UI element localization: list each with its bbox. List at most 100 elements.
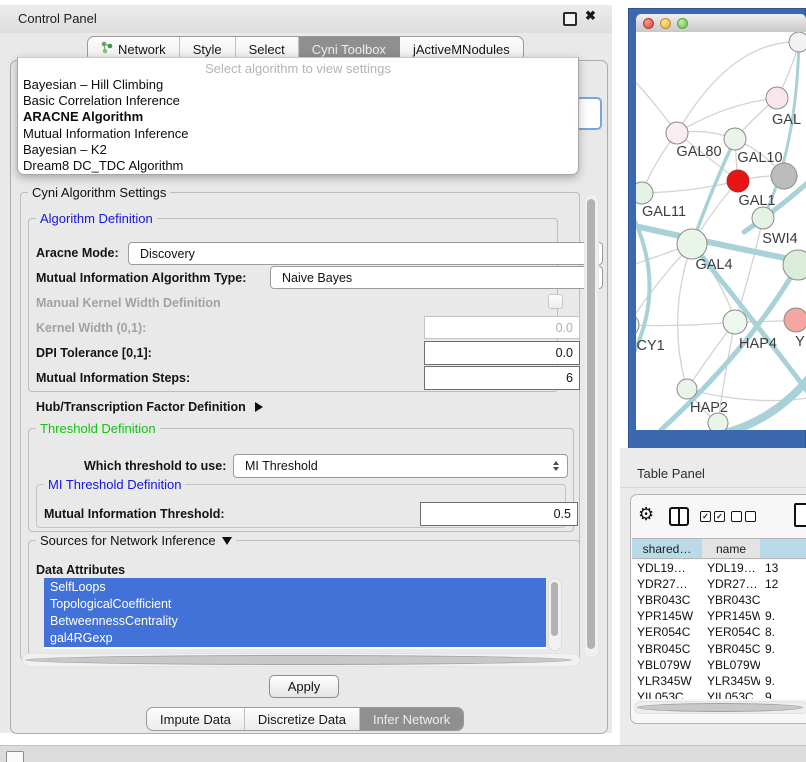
hub-definition-toggle[interactable]: Hub/Transcription Factor Definition [36,400,263,414]
sources-hscrollbar [22,653,580,667]
network-node[interactable] [771,163,797,189]
divider [620,487,806,488]
table-row[interactable]: YBL079WYBL079W [632,657,806,673]
table-row[interactable]: YLR345WYLR345W9. [632,673,806,689]
network-node-gal[interactable] [766,87,788,109]
table-row[interactable]: YBR045CYBR045C9. [632,640,806,656]
scrollbar-thumb[interactable] [551,582,558,636]
tab-label: Network [118,42,166,57]
table-cell: YBL079W [702,658,760,672]
dropdown-prompt: Select algorithm to view settings [18,61,578,76]
which-threshold-combobox[interactable]: MI Threshold [233,454,568,478]
network-edge[interactable] [642,181,738,193]
group-title: Algorithm Definition [36,211,157,226]
network-node-gal4[interactable] [677,229,707,259]
column-header-shared-name[interactable]: shared… [632,538,702,559]
deselect-all-icon[interactable] [731,511,756,522]
table-row[interactable]: YBR043CYBR043C [632,592,806,608]
close-window-icon[interactable] [643,18,654,29]
table-cell: 12 [760,577,806,591]
network-edge[interactable] [678,244,692,389]
dropdown-item[interactable]: Basic Correlation Inference [22,93,573,109]
kernel-width-label: Kernel Width (0,1): [36,321,146,335]
mi-threshold-input[interactable]: 0.5 [420,502,578,526]
apply-button[interactable]: Apply [269,675,339,698]
column-header-partial[interactable] [760,538,806,559]
network-node-gcy1[interactable] [636,314,639,336]
group-title: MI Threshold Definition [44,477,185,492]
data-attributes-label: Data Attributes [36,563,125,577]
expand-arrow-icon [255,402,263,412]
table-row[interactable]: YDL19…YDL19…13 [632,560,806,576]
network-edge[interactable] [677,98,777,133]
tab-infer-network[interactable]: Infer Network [360,708,463,730]
mi-steps-label: Mutual Information Steps: [36,371,190,385]
dropdown-item[interactable]: Bayesian – Hill Climbing [22,77,573,93]
network-node-label: HAP2 [690,400,728,416]
table-cell: YBR045C [632,642,702,656]
table-cell: 13 [760,561,806,575]
mi-type-combobox[interactable]: Naive Bayes [270,266,603,289]
tab-discretize-data[interactable]: Discretize Data [245,708,360,730]
algorithm-dropdown-list: Select algorithm to view settings Bayesi… [17,57,579,175]
select-all-icon[interactable] [700,511,725,522]
network-node-swi4[interactable] [752,207,774,229]
network-node-gal10[interactable] [724,128,746,150]
network-node[interactable] [783,250,806,280]
dpi-tolerance-input[interactable]: 0.0 [424,341,580,365]
network-node-hap2[interactable] [677,379,697,399]
close-panel-icon[interactable] [585,8,596,24]
dropdown-item-selected[interactable]: ARACNE Algorithm [22,109,573,125]
tab-impute-data[interactable]: Impute Data [147,708,245,730]
scrollbar-thumb[interactable] [637,703,803,712]
attribute-item[interactable]: gal4RGexp [44,630,546,647]
scrollbar-thumb[interactable] [25,655,572,665]
document-icon[interactable] [794,503,806,527]
zoom-window-icon[interactable] [677,18,688,29]
network-edge[interactable] [636,322,735,326]
network-node-label: GCY1 [636,338,665,354]
status-strip [0,745,806,762]
network-node-gal1[interactable] [727,170,749,192]
group-title: Threshold Definition [36,421,160,436]
network-node-label: HAP4 [739,336,777,352]
network-window-titlebar[interactable] [636,14,806,33]
network-node-label: GAL4 [695,257,732,273]
manual-kernel-checkbox[interactable] [548,294,563,309]
table-cell: YPR145W [702,609,760,623]
aracne-mode-combobox[interactable]: Discovery [128,242,603,265]
table-row[interactable]: YER054CYER054C8. [632,624,806,640]
attribute-item[interactable]: SelfLoops [44,578,546,595]
sources-toggle[interactable]: Sources for Network Inference [36,533,236,548]
dropdown-item[interactable]: Dream8 DC_TDC Algorithm [22,158,573,174]
column-header-name[interactable]: name [702,538,760,559]
table-cell: 9. [760,609,806,623]
dropdown-item[interactable]: Mutual Information Inference [22,126,573,142]
attribute-item[interactable]: BetweennessCentrality [44,612,546,629]
table-cell: YLR345W [702,674,760,688]
network-node-hap4[interactable] [723,310,747,334]
network-node-y[interactable] [784,308,806,332]
dropdown-item[interactable]: Bayesian – K2 [22,142,573,158]
attributes-scrollbar [548,578,562,651]
network-node-gal80[interactable] [666,122,688,144]
gear-icon[interactable] [638,504,654,525]
mi-steps-input[interactable]: 6 [424,366,580,390]
which-threshold-label: Which threshold to use: [84,459,226,473]
table-row[interactable]: YIL053CYIL053C9 [632,689,806,699]
dock-icon[interactable] [6,751,24,762]
network-node[interactable] [789,32,806,52]
float-panel-icon[interactable] [563,12,577,26]
network-node-gal11[interactable] [636,182,653,204]
minimize-window-icon[interactable] [660,18,671,29]
table-row[interactable]: YDR27…YDR27…12 [632,576,806,592]
table-row[interactable]: YPR145WYPR145W9. [632,608,806,624]
network-node-label: GAL80 [676,144,721,160]
attribute-item[interactable]: TopologicalCoefficient [44,595,546,612]
table-cell: YER054C [632,625,702,639]
network-canvas[interactable]: GALGAL80GAL10GAL1GAL11SWI4GAL4GCY1HAP4YH… [636,32,806,430]
table-cell: YBL079W [632,658,702,672]
kernel-width-input[interactable]: 0.0 [424,316,580,339]
columns-icon[interactable] [669,507,689,526]
scrollbar-thumb[interactable] [587,199,595,649]
